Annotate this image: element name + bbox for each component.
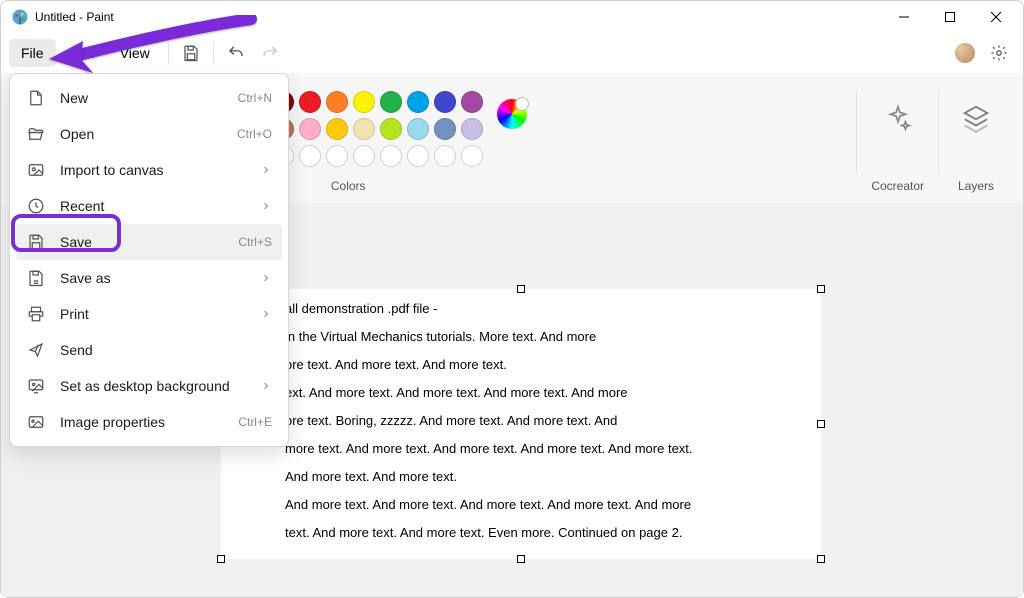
file-open-label: Open [60, 126, 94, 142]
color-swatch[interactable] [380, 118, 402, 140]
file-recent-label: Recent [60, 198, 104, 214]
file-new-shortcut: Ctrl+N [238, 91, 272, 105]
color-swatch[interactable] [434, 118, 456, 140]
resize-handle[interactable] [817, 555, 825, 563]
file-import[interactable]: Import to canvas [16, 152, 282, 188]
color-swatch[interactable] [299, 118, 321, 140]
file-open-shortcut: Ctrl+O [237, 127, 272, 141]
chevron-right-icon [260, 200, 272, 212]
print-icon [26, 304, 46, 324]
send-icon [26, 340, 46, 360]
color-swatch[interactable] [326, 91, 348, 113]
color-swatch-empty[interactable] [434, 145, 456, 167]
import-icon [26, 160, 46, 180]
color-swatch[interactable] [326, 118, 348, 140]
chevron-right-icon [260, 164, 272, 176]
minimize-button[interactable] [881, 1, 927, 33]
file-save-shortcut: Ctrl+S [238, 235, 272, 249]
saveas-icon [26, 268, 46, 288]
save-icon [26, 232, 46, 252]
color-swatch[interactable] [407, 118, 429, 140]
file-recent[interactable]: Recent [16, 188, 282, 224]
color-swatch[interactable] [353, 118, 375, 140]
window-title: Untitled - Paint [35, 10, 114, 24]
file-import-label: Import to canvas [60, 162, 164, 178]
color-swatch[interactable] [299, 91, 321, 113]
redo-icon[interactable] [254, 37, 286, 69]
resize-handle[interactable] [517, 285, 525, 293]
folder-open-icon [26, 124, 46, 144]
new-file-icon [26, 88, 46, 108]
file-setbg-label: Set as desktop background [60, 378, 230, 394]
file-print-label: Print [60, 306, 89, 322]
file-properties[interactable]: Image properties Ctrl+E [16, 404, 282, 440]
chevron-right-icon [260, 308, 272, 320]
file-save[interactable]: Save Ctrl+S [16, 224, 282, 260]
file-new[interactable]: New Ctrl+N [16, 80, 282, 116]
sparkle-icon [875, 95, 921, 141]
save-icon[interactable] [175, 37, 207, 69]
ribbon-layers-label: Layers [958, 173, 994, 193]
file-new-label: New [60, 90, 88, 106]
color-swatch[interactable] [353, 91, 375, 113]
chevron-right-icon [260, 272, 272, 284]
color-swatch[interactable] [461, 118, 483, 140]
file-set-background[interactable]: Set as desktop background [16, 368, 282, 404]
menu-file[interactable]: File [9, 39, 56, 67]
close-button[interactable] [973, 1, 1019, 33]
clock-icon [26, 196, 46, 216]
color-swatch[interactable] [407, 91, 429, 113]
file-saveas-label: Save as [60, 270, 111, 286]
color-swatch[interactable] [461, 91, 483, 113]
file-menu-dropdown: New Ctrl+N Open Ctrl+O Import to canvas … [9, 73, 289, 447]
ribbon-cocreator-group[interactable]: Cocreator [857, 81, 938, 199]
file-props-shortcut: Ctrl+E [238, 415, 272, 429]
resize-handle[interactable] [517, 555, 525, 563]
menu-bar: File Edit View [1, 33, 1023, 73]
color-swatch-empty[interactable] [461, 145, 483, 167]
file-open[interactable]: Open Ctrl+O [16, 116, 282, 152]
menu-edit[interactable]: Edit [58, 39, 106, 67]
ribbon-colors-label: Colors [331, 173, 366, 193]
layers-icon [953, 95, 999, 141]
properties-icon [26, 412, 46, 432]
menu-view[interactable]: View [108, 39, 162, 67]
color-swatch-empty[interactable] [299, 145, 321, 167]
canvas[interactable]: all demonstration .pdf file - in the Vir… [221, 289, 821, 559]
color-swatch-empty[interactable] [353, 145, 375, 167]
chevron-right-icon [260, 380, 272, 392]
color-swatch[interactable] [434, 91, 456, 113]
color-swatch-empty[interactable] [380, 145, 402, 167]
color-swatch-empty[interactable] [326, 145, 348, 167]
ribbon-layers-group[interactable]: Layers [939, 81, 1013, 199]
desktop-icon [26, 376, 46, 396]
separator [213, 43, 214, 63]
file-saveas[interactable]: Save as [16, 260, 282, 296]
canvas-content-text: all demonstration .pdf file - in the Vir… [221, 289, 821, 547]
ribbon-cocreator-label: Cocreator [871, 173, 924, 193]
file-send-label: Send [60, 342, 93, 358]
maximize-button[interactable] [927, 1, 973, 33]
undo-icon[interactable] [220, 37, 252, 69]
color-swatch[interactable] [380, 91, 402, 113]
resize-handle[interactable] [217, 555, 225, 563]
file-save-label: Save [60, 234, 92, 250]
color-picker-icon[interactable] [497, 99, 527, 129]
settings-icon[interactable] [983, 37, 1015, 69]
app-icon [11, 8, 29, 26]
file-print[interactable]: Print [16, 296, 282, 332]
color-swatch-empty[interactable] [407, 145, 429, 167]
file-props-label: Image properties [60, 414, 165, 430]
title-bar: Untitled - Paint [1, 1, 1023, 33]
user-avatar[interactable] [955, 43, 975, 63]
file-send[interactable]: Send [16, 332, 282, 368]
resize-handle[interactable] [817, 285, 825, 293]
separator [168, 43, 169, 63]
resize-handle[interactable] [817, 420, 825, 428]
